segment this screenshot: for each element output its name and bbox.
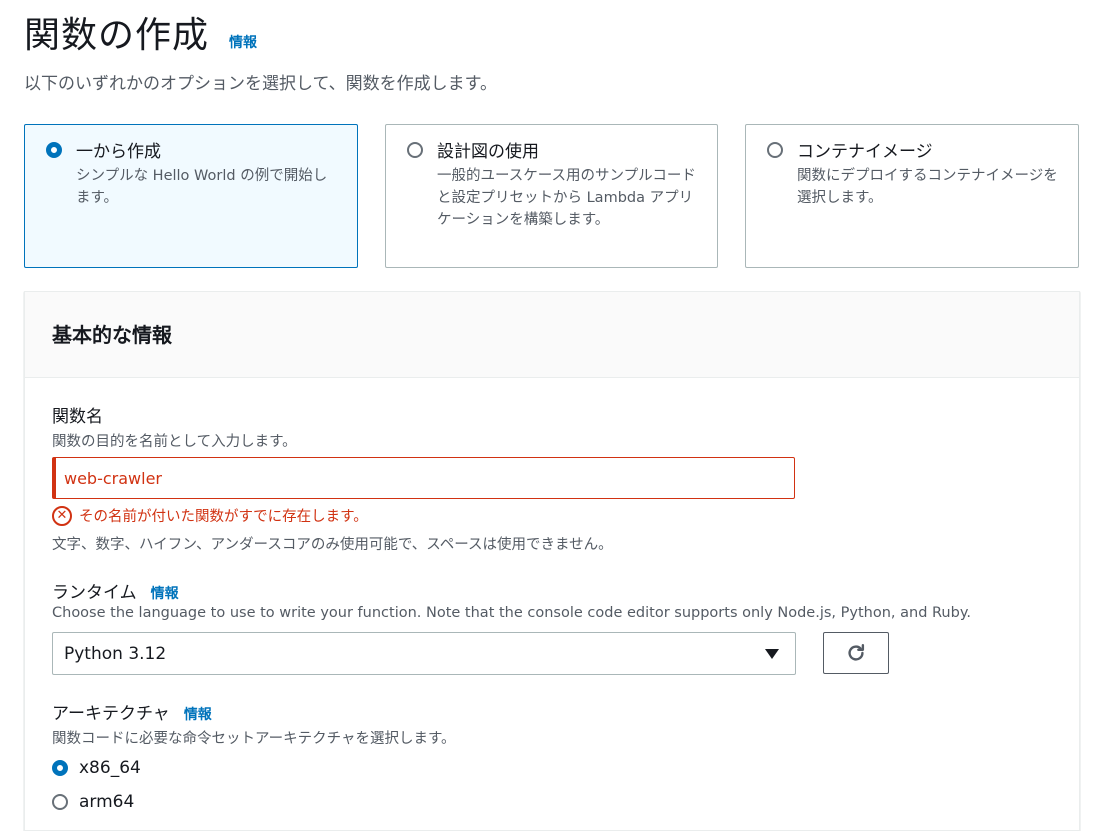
radio-arm64[interactable] <box>52 794 68 810</box>
function-name-description: 関数の目的を名前として入力します。 <box>52 434 297 450</box>
function-name-error: ✕ その名前が付いた関数がすでに存在します。 <box>52 505 368 526</box>
runtime-info-link[interactable]: 情報 <box>151 586 179 602</box>
option-use-blueprint[interactable]: 設計図の使用 一般的ユースケース用のサンプルコードと設定プリセットから Lamb… <box>385 124 718 268</box>
option-description: 一般的ユースケース用のサンプルコードと設定プリセットから Lambda アプリケ… <box>437 168 696 228</box>
radio-container-image[interactable] <box>767 142 783 158</box>
option-title: 設計図の使用 <box>437 142 539 162</box>
function-name-constraint: 文字、数字、ハイフン、アンダースコアのみ使用可能で、スペースは使用できません。 <box>52 537 613 553</box>
caret-down-icon <box>765 649 779 659</box>
panel-title: 基本的な情報 <box>52 323 172 347</box>
radio-use-blueprint[interactable] <box>407 142 423 158</box>
architecture-option-arm64[interactable]: arm64 <box>52 792 134 812</box>
error-icon: ✕ <box>52 505 72 526</box>
panel-header: 基本的な情報 <box>25 292 1079 378</box>
radio-author-from-scratch[interactable] <box>46 142 62 158</box>
option-title: コンテナイメージ <box>797 142 933 162</box>
architecture-option-label: x86_64 <box>79 758 141 778</box>
runtime-selected-value: Python 3.12 <box>64 643 167 664</box>
header-info-link[interactable]: 情報 <box>229 32 257 52</box>
basic-info-panel: 基本的な情報 関数名 関数の目的を名前として入力します。 ✕ その名前が付いた関… <box>24 291 1080 831</box>
refresh-runtime-button[interactable] <box>823 632 889 674</box>
architecture-option-label: arm64 <box>79 792 135 812</box>
page-header: 関数の作成 情報 以下のいずれかのオプションを選択して、関数を作成します。 <box>24 12 497 94</box>
architecture-option-x86[interactable]: x86_64 <box>52 758 141 778</box>
architecture-label: アーキテクチャ 情報 <box>52 699 212 724</box>
option-container-image[interactable]: コンテナイメージ 関数にデプロイするコンテナイメージを選択します。 <box>745 124 1079 268</box>
function-name-input[interactable] <box>52 457 795 499</box>
architecture-info-link[interactable]: 情報 <box>184 707 212 723</box>
refresh-icon <box>848 644 865 661</box>
page-subtitle: 以下のいずれかのオプションを選択して、関数を作成します。 <box>24 74 497 94</box>
function-name-label: 関数名 <box>52 407 103 427</box>
title-row: 関数の作成 情報 <box>24 12 497 60</box>
runtime-label: ランタイム 情報 <box>52 578 179 603</box>
runtime-select[interactable]: Python 3.12 <box>52 632 796 675</box>
runtime-description: Choose the language to use to write your… <box>52 605 971 621</box>
radio-x86[interactable] <box>52 760 68 776</box>
option-title: 一から作成 <box>76 142 161 162</box>
error-text: その名前が付いた関数がすでに存在します。 <box>79 509 368 525</box>
option-description: シンプルな Hello World の例で開始します。 <box>76 168 328 206</box>
architecture-description: 関数コードに必要な命令セットアーキテクチャを選択します。 <box>52 731 456 747</box>
option-author-from-scratch[interactable]: 一から作成 シンプルな Hello World の例で開始します。 <box>24 124 358 268</box>
runtime-label-text: ランタイム <box>52 583 137 603</box>
architecture-label-text: アーキテクチャ <box>52 704 170 724</box>
page-title: 関数の作成 <box>24 15 210 56</box>
option-description: 関数にデプロイするコンテナイメージを選択します。 <box>797 168 1058 206</box>
